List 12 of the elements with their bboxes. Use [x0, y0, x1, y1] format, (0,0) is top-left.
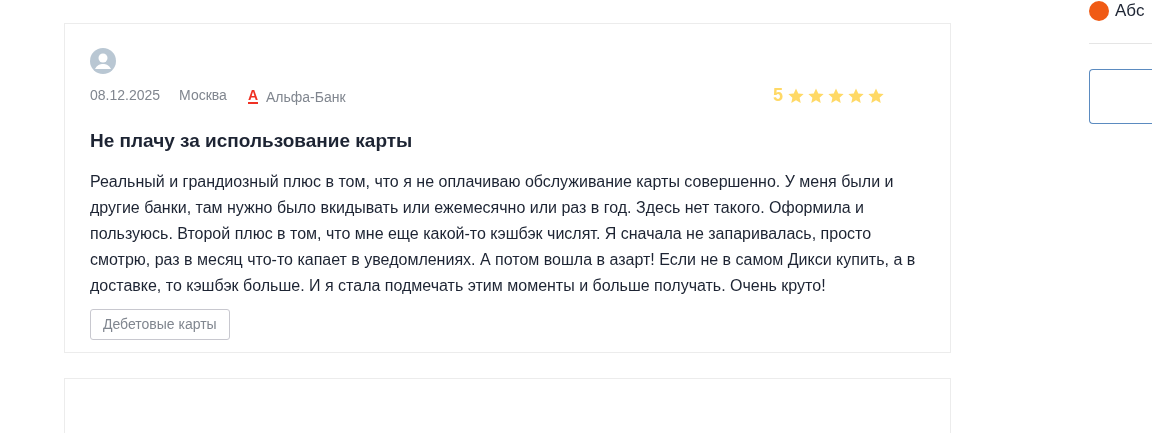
rating-value: 5 — [773, 84, 783, 107]
tag-button[interactable]: Дебетовые карты — [90, 308, 230, 340]
review-date: 08.12.2025 — [90, 86, 161, 105]
avatar-icon — [90, 48, 116, 74]
bank-name: Альфа-Банк — [266, 87, 346, 107]
bank-logo: А — [247, 87, 258, 104]
review-title: Не плачу за использование карты — [90, 129, 414, 153]
bank-logo-icon — [1089, 1, 1109, 21]
review-city: Москва — [179, 86, 227, 105]
input-field[interactable] — [1089, 69, 1152, 124]
review-text: Реальный и грандиозный плюс в том, что я не оплачиваю обслуживание карты совершенно. У меня были и другие банки, там нужно было вкидывать или ежемесячно или раз в год. Здесь нет такого. Оформила и пользуюсь. Второй плюс в том, что мне еще какой-то кэшбэк числят. Я сначала не запаривалась, просто смотрю, раз в месяц что-то капает в уведомлениях. А потом вошла в азарт! Если не в самом Дикси купить, а в доставке, то кэшбэк больше. И я стала подмечать этим моменты и больше получать. Очень круто! — [90, 171, 917, 296]
bank-name: Абс — [1115, 2, 1145, 20]
